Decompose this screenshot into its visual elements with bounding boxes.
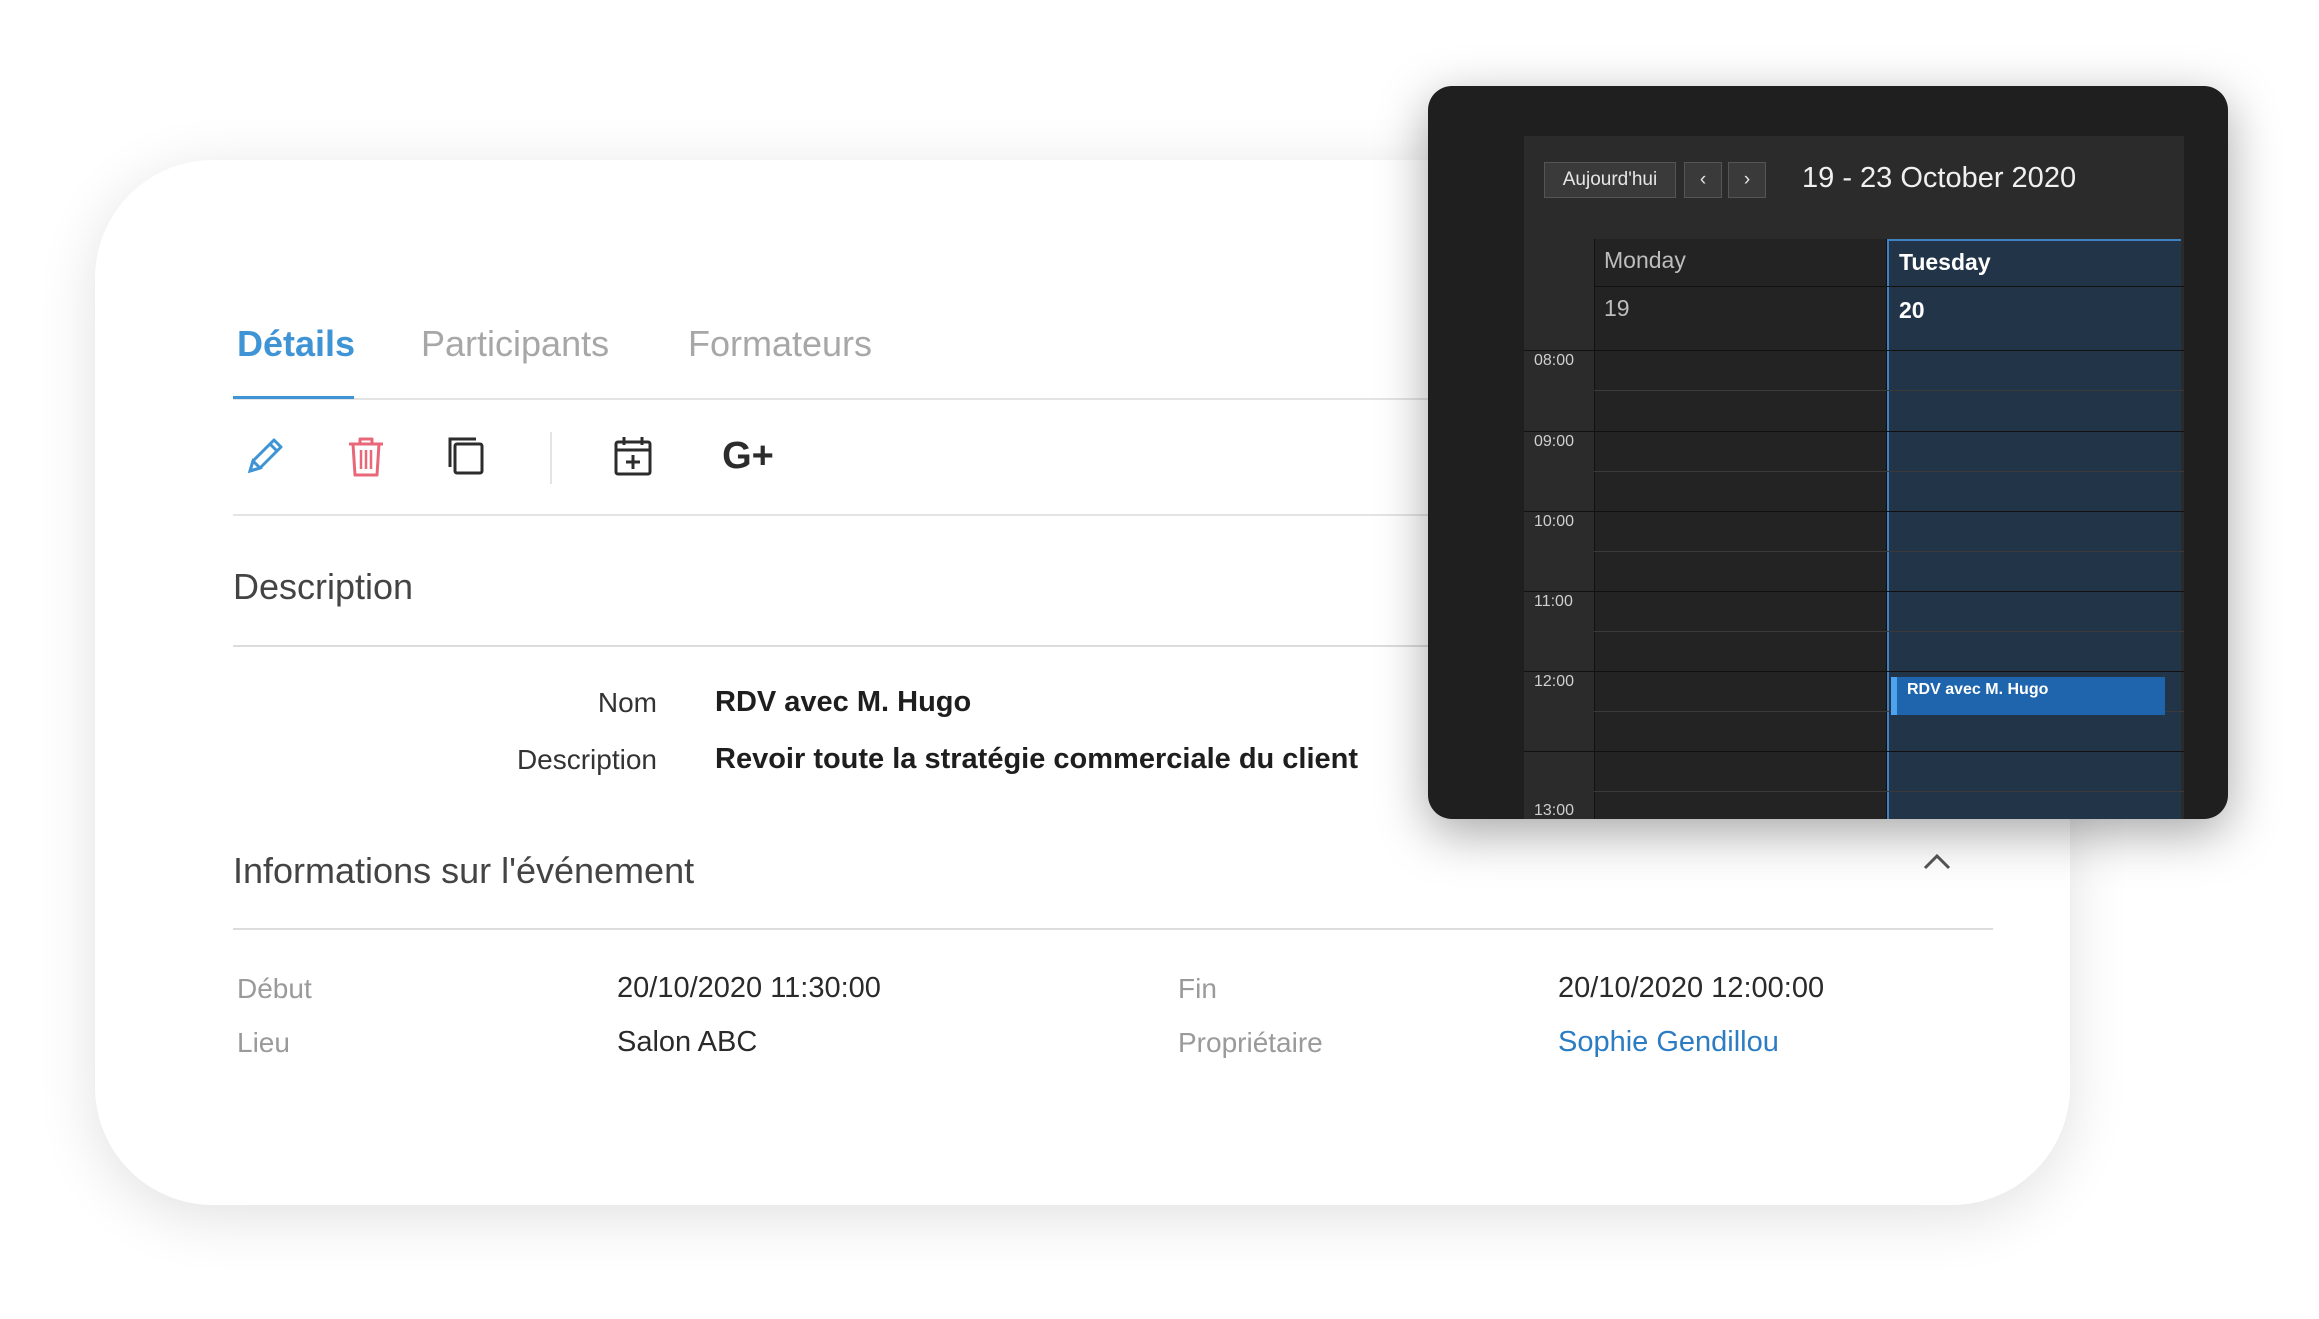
owner-label: Propriétaire xyxy=(1178,1027,1323,1058)
grid-line xyxy=(1524,751,2184,752)
grid-line xyxy=(1886,239,1887,819)
grid-line xyxy=(1594,471,2184,472)
description-value: Revoir toute la stratégie commerciale du… xyxy=(715,743,1359,775)
tab-participants[interactable]: Participants xyxy=(421,323,609,365)
time-label: 11:00 xyxy=(1534,593,1573,610)
add-to-calendar-button[interactable] xyxy=(605,428,661,484)
day-name: Monday xyxy=(1604,247,1686,273)
duplicate-icon xyxy=(448,437,484,475)
prev-week-button[interactable]: ‹ xyxy=(1684,162,1722,198)
event-info-divider xyxy=(233,928,1993,930)
grid-line xyxy=(1524,591,2184,592)
description-label: Description xyxy=(516,744,657,775)
google-plus-icon: G+ xyxy=(722,434,774,477)
grid-line xyxy=(1594,551,2184,552)
pencil-icon xyxy=(247,438,283,474)
grid-line xyxy=(1594,631,2184,632)
grid-line xyxy=(1594,286,2184,287)
chevron-left-icon: ‹ xyxy=(1699,169,1707,190)
day-name: Tuesday xyxy=(1899,249,1991,275)
time-label: 09:00 xyxy=(1534,433,1575,450)
chevron-right-icon: › xyxy=(1743,169,1751,190)
time-label: 12:00 xyxy=(1534,673,1575,690)
day-number: 19 xyxy=(1604,295,1630,321)
chevron-up-icon[interactable] xyxy=(1915,846,1959,876)
owner-link[interactable]: Sophie Gendillou xyxy=(1558,1026,1779,1059)
toolbar-separator xyxy=(550,432,552,484)
calendar-preview: Aujourd'hui ‹ › 19 - 23 October 2020 Mon… xyxy=(1428,86,2228,819)
calendar-add-icon xyxy=(614,437,652,476)
tab-details[interactable]: Détails xyxy=(237,323,355,365)
time-label: 13:00 xyxy=(1534,802,1575,819)
time-label: 08:00 xyxy=(1534,352,1575,369)
google-plus-button[interactable]: G+ xyxy=(713,428,783,484)
event-info-section-title: Informations sur l'événement xyxy=(233,850,695,891)
grid-line xyxy=(1524,511,2184,512)
grid-line xyxy=(1524,671,2184,672)
day-number: 20 xyxy=(1899,297,1925,323)
time-label: 10:00 xyxy=(1534,513,1575,530)
today-button[interactable]: Aujourd'hui xyxy=(1544,162,1676,198)
day-column-monday[interactable]: Monday 19 xyxy=(1594,239,1886,819)
calendar-week-view: Aujourd'hui ‹ › 19 - 23 October 2020 Mon… xyxy=(1524,136,2184,819)
grid-line xyxy=(1594,791,2184,792)
day-column-tuesday[interactable]: Tuesday 20 xyxy=(1887,239,2181,819)
name-label: Nom xyxy=(597,687,657,718)
end-value: 20/10/2020 12:00:00 xyxy=(1558,972,1825,1004)
tab-formateurs[interactable]: Formateurs xyxy=(688,323,872,365)
duplicate-button[interactable] xyxy=(439,428,495,484)
grid-line xyxy=(1594,390,2184,391)
active-tab-indicator xyxy=(233,396,354,399)
name-value: RDV avec M. Hugo xyxy=(715,686,972,718)
next-week-button[interactable]: › xyxy=(1728,162,1766,198)
delete-button[interactable] xyxy=(338,428,394,484)
location-label: Lieu xyxy=(237,1027,290,1058)
calendar-event[interactable]: RDV avec M. Hugo xyxy=(1891,677,2165,715)
end-label: Fin xyxy=(1178,973,1217,1004)
grid-line xyxy=(1594,239,1595,819)
location-value: Salon ABC xyxy=(617,1026,758,1058)
grid-line xyxy=(1524,431,2184,432)
start-label: Début xyxy=(237,973,312,1004)
start-value: 20/10/2020 11:30:00 xyxy=(617,972,881,1004)
trash-icon xyxy=(349,437,383,477)
description-section-title: Description xyxy=(233,566,414,607)
grid-line xyxy=(1524,350,2184,351)
week-range: 19 - 23 October 2020 xyxy=(1802,162,2077,194)
edit-button[interactable] xyxy=(237,428,293,484)
